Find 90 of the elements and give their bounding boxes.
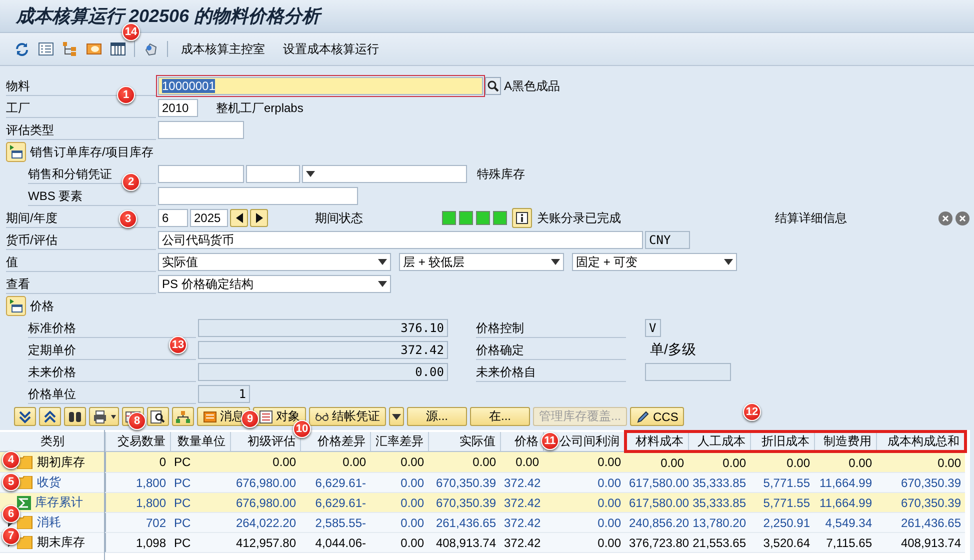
table-cell: 676,980.00 — [230, 472, 300, 492]
table-cell: PC — [170, 532, 230, 552]
table-cell: 670,350.39 — [876, 472, 965, 492]
table-cell: 0.00 — [543, 472, 625, 492]
field-label: 货币/评估 — [6, 230, 156, 250]
field-label: 特殊库存 — [477, 166, 525, 182]
table-cell: 35,333.85 — [688, 492, 750, 512]
table-cell: 670,350.39 — [428, 472, 500, 492]
table-cell: 0.00 — [543, 532, 625, 552]
table-cell: 5,771.55 — [750, 472, 814, 492]
table-cell: 35,333.85 — [688, 472, 750, 492]
table-cell: 0.00 — [428, 452, 500, 472]
field-label: 未来价格 — [28, 362, 196, 382]
table-cell: PC — [170, 512, 230, 532]
callout-tooltip: 8 — [128, 412, 146, 430]
table-cell: 0.00 — [688, 452, 750, 472]
table-cell: 0.00 — [500, 452, 543, 472]
table-cell: 21,553.65 — [688, 532, 750, 552]
table-cell: 261,436.65 — [876, 512, 965, 532]
table-cell: 2,585.55- — [300, 512, 370, 532]
table-cell: 0.00 — [814, 452, 876, 472]
table-cell: PC — [170, 492, 230, 512]
table-cell: 376,723.80 — [625, 532, 688, 552]
table-cell: 264,022.20 — [230, 512, 300, 532]
field-label: 价格确定 — [476, 340, 626, 360]
status-text: 关账分录已完成 — [537, 210, 621, 226]
table-cell: 0 — [105, 452, 170, 472]
table-cell: 5,771.55 — [750, 492, 814, 512]
table-cell: 670,350.39 — [876, 492, 965, 512]
section-title: 销售订单库存/项目库存 — [30, 144, 154, 160]
field-label: 标准价格 — [28, 318, 196, 338]
table-cell: 0.00 — [543, 452, 625, 472]
table-cell: 4,044.06- — [300, 532, 370, 552]
table-cell: 261,436.65 — [428, 512, 500, 532]
callout-tooltip: 12 — [743, 403, 761, 421]
table-cell: 6,629.61- — [300, 472, 370, 492]
table-cell: 676,980.00 — [230, 492, 300, 512]
field-label: 期间状态 — [315, 210, 364, 226]
table-cell: PC — [170, 472, 230, 492]
table-cell: 6,629.61- — [300, 492, 370, 512]
material-description: A黑色成品 — [504, 78, 560, 94]
field-label: 价格控制 — [476, 318, 626, 338]
table-cell: 372.42 — [500, 472, 543, 492]
table-cell: 0.00 — [370, 472, 428, 492]
table-cell: 2,250.91 — [750, 512, 814, 532]
table-cell: 408,913.74 — [876, 532, 965, 552]
field-label: 价格单位 — [28, 384, 196, 404]
table-cell: 0.00 — [625, 452, 688, 472]
table-cell: 1,800 — [105, 492, 170, 512]
table-cell: 0.00 — [370, 512, 428, 532]
table-cell: 412,957.80 — [230, 532, 300, 552]
plant-description: 整机工厂erplabs — [216, 100, 304, 116]
table-cell: 0.00 — [370, 532, 428, 552]
table-cell: 0.00 — [543, 492, 625, 512]
table-cell: 617,580.00 — [625, 472, 688, 492]
table-cell: 0.00 — [300, 452, 370, 472]
callout-tooltip: 2 — [122, 173, 140, 191]
table-cell: 617,580.00 — [625, 492, 688, 512]
field-label: 评估类型 — [6, 120, 156, 140]
table-cell: 0.00 — [230, 452, 300, 472]
table-cell: 4,549.34 — [814, 512, 876, 532]
table-cell: 372.42 — [500, 512, 543, 532]
table-cell: 702 — [105, 512, 170, 532]
table-cell: 3,520.64 — [750, 532, 814, 552]
callout-tooltip: 13 — [169, 336, 187, 354]
table-cell: 670,350.39 — [428, 492, 500, 512]
table-cell: 240,856.20 — [625, 512, 688, 532]
field-label: 查看 — [6, 274, 156, 294]
table-cell: 0.00 — [370, 452, 428, 472]
callout-tooltip: 3 — [119, 210, 137, 228]
table-cell: 11,664.99 — [814, 492, 876, 512]
field-label: 值 — [6, 252, 156, 272]
field-label: 结算详细信息 — [775, 210, 847, 226]
table-cell: 372.42 — [500, 532, 543, 552]
table-cell: 7,115.65 — [814, 532, 876, 552]
table-cell: 11,664.99 — [814, 472, 876, 492]
price-determination-text: 单/多级 — [650, 341, 696, 359]
table-cell: 0.00 — [750, 452, 814, 472]
table-cell: 13,780.20 — [688, 512, 750, 532]
table-cell: 0.00 — [370, 492, 428, 512]
table-cell: 1,098 — [105, 532, 170, 552]
table-cell: 1,800 — [105, 472, 170, 492]
field-label: 未来价格自 — [476, 362, 626, 382]
table-cell: 0.00 — [876, 452, 965, 472]
section-title: 价格 — [30, 298, 54, 314]
table-cell: PC — [170, 452, 230, 472]
table-cell: 408,913.74 — [428, 532, 500, 552]
table-cell: 372.42 — [500, 492, 543, 512]
table-cell: 0.00 — [543, 512, 625, 532]
callout-tooltip: 1 — [117, 86, 135, 104]
